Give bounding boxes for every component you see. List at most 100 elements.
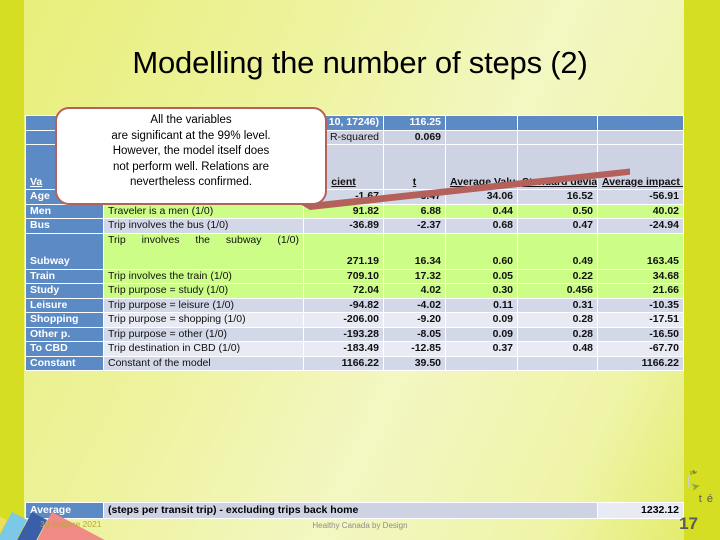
row-coefficient: -206.00 xyxy=(303,312,384,328)
row-t-value: -3.47 xyxy=(383,189,446,205)
average-value: 1232.12 xyxy=(597,502,684,519)
row-t-value: -4.02 xyxy=(383,297,446,313)
row-description: Traveler is a men (1/0) xyxy=(103,203,304,219)
row-coefficient: -193.28 xyxy=(303,326,384,342)
table-row: Shopping Trip purpose = shopping (1/0) -20… xyxy=(25,312,684,328)
row-t-value: 39.50 xyxy=(383,355,446,371)
table-row: Train Trip involves the train (1/0) 709.10… xyxy=(25,268,684,284)
row-average-impact: 163.45 xyxy=(597,232,684,270)
row-standard-deviation: 0.31 xyxy=(517,297,598,313)
row-description: Trip purpose = other (1/0) xyxy=(103,326,304,342)
row-t-value: 6.88 xyxy=(383,203,446,219)
row-average-value: 0.09 xyxy=(445,326,518,342)
row-standard-deviation: 0.50 xyxy=(517,203,598,219)
row-variable-label: Subway xyxy=(25,232,104,270)
row-t-value: -8.05 xyxy=(383,326,446,342)
row-average-value: 0.60 xyxy=(445,232,518,270)
row-average-impact: 34.68 xyxy=(597,268,684,284)
row-average-value xyxy=(445,355,518,371)
row-coefficient: 91.82 xyxy=(303,203,384,219)
row-description: Trip involves the bus (1/0) xyxy=(103,218,304,234)
row-standard-deviation: 16.52 xyxy=(517,189,598,205)
callout-line-4: not perform well. Relations are xyxy=(113,160,269,173)
table-row: Men Traveler is a men (1/0) 91.82 6.88 0.44 0… xyxy=(25,203,684,219)
row-description: Trip destination in CBD (1/0) xyxy=(103,341,304,357)
callout-line-2: are significant at the 99% level. xyxy=(111,129,271,142)
row-variable-label: Other p. xyxy=(25,326,104,342)
row-description: Trip purpose = shopping (1/0) xyxy=(103,312,304,328)
row-variable-label: Study xyxy=(25,283,104,299)
row-variable-label: To CBD xyxy=(25,341,104,357)
row-average-value: 0.09 xyxy=(445,312,518,328)
row-average-value: 0.11 xyxy=(445,297,518,313)
table-row: Study Trip purpose = study (1/0) 72.04 4.02… xyxy=(25,283,684,299)
row-coefficient: 72.04 xyxy=(303,283,384,299)
page-number: 17 xyxy=(679,514,698,533)
row-average-impact: -67.70 xyxy=(597,341,684,357)
summary2-blank-d xyxy=(517,129,598,145)
row-variable-label: Men xyxy=(25,203,104,219)
f-statistic-value: 116.25 xyxy=(383,115,446,131)
row-t-value: -9.20 xyxy=(383,312,446,328)
row-coefficient: -94.82 xyxy=(303,297,384,313)
column-header-standard-deviation: Standard deviation xyxy=(517,144,598,190)
row-description: Trip involves the subway (1/0) xyxy=(103,232,304,270)
row-t-value: 17.32 xyxy=(383,268,446,284)
row-average-value: 0.37 xyxy=(445,341,518,357)
summary-blank-c xyxy=(517,115,598,131)
row-standard-deviation xyxy=(517,355,598,371)
row-average-impact: -24.94 xyxy=(597,218,684,234)
row-variable-label: Shopping xyxy=(25,312,104,328)
row-average-impact: -56.91 xyxy=(597,189,684,205)
row-t-value: 16.34 xyxy=(383,232,446,270)
row-average-impact: -10.35 xyxy=(597,297,684,313)
column-header-average-value: Average Value xyxy=(445,144,518,190)
row-description: Trip purpose = study (1/0) xyxy=(103,283,304,299)
row-average-value: 34.06 xyxy=(445,189,518,205)
table-row: To CBD Trip destination in CBD (1/0) -183.… xyxy=(25,341,684,357)
edge-text-fragment: t é xyxy=(698,493,714,505)
summary-blank-d xyxy=(597,115,684,131)
row-average-impact: 40.02 xyxy=(597,203,684,219)
row-standard-deviation: 0.456 xyxy=(517,283,598,299)
row-coefficient: -36.89 xyxy=(303,218,384,234)
callout-line-3: However, the model itself does xyxy=(112,145,270,157)
row-standard-deviation: 0.28 xyxy=(517,326,598,342)
callout-line-5: nevertheless confirmed. xyxy=(129,176,253,188)
callout-line-1: All the variables xyxy=(150,114,232,126)
row-average-value: 0.05 xyxy=(445,268,518,284)
row-standard-deviation: 0.22 xyxy=(517,268,598,284)
row-coefficient: 709.10 xyxy=(303,268,384,284)
page-title: Modelling the number of steps (2) xyxy=(132,45,588,80)
r-squared-value: 0.069 xyxy=(383,129,446,145)
row-average-impact: -17.51 xyxy=(597,312,684,328)
row-average-value: 0.44 xyxy=(445,203,518,219)
summary-blank-b xyxy=(445,115,518,131)
row-description: Trip involves the train (1/0) xyxy=(103,268,304,284)
row-variable-label: Bus xyxy=(25,218,104,234)
row-average-impact: -16.50 xyxy=(597,326,684,342)
row-average-value: 0.68 xyxy=(445,218,518,234)
row-t-value: -12.85 xyxy=(383,341,446,357)
table-row: Bus Trip involves the bus (1/0) -36.89 -2.3… xyxy=(25,218,684,234)
row-coefficient: 1166.22 xyxy=(303,355,384,371)
row-average-impact: 21.66 xyxy=(597,283,684,299)
row-description: Trip purpose = leisure (1/0) xyxy=(103,297,304,313)
row-t-value: -2.37 xyxy=(383,218,446,234)
table-row: Constant Constant of the model 1166.22 39.5… xyxy=(25,355,684,371)
row-standard-deviation: 0.47 xyxy=(517,218,598,234)
row-standard-deviation: 0.48 xyxy=(517,341,598,357)
row-t-value: 4.02 xyxy=(383,283,446,299)
table-row: Subway Trip involves the subway (1/0) 271.… xyxy=(25,232,684,270)
callout-bubble: All the variables are significant at the… xyxy=(55,107,327,205)
row-coefficient: -183.49 xyxy=(303,341,384,357)
footer-center-text: Healthy Canada by Design xyxy=(312,521,408,530)
row-variable-label: Leisure xyxy=(25,297,104,313)
row-average-value: 0.30 xyxy=(445,283,518,299)
row-variable-label: Constant xyxy=(25,355,104,371)
row-variable-label: Train xyxy=(25,268,104,284)
column-header-average-impact: Average impact (steps) xyxy=(597,144,684,190)
row-average-impact: 1166.22 xyxy=(597,355,684,371)
row-description: Constant of the model xyxy=(103,355,304,371)
table-row: Leisure Trip purpose = leisure (1/0) -94.8… xyxy=(25,297,684,313)
